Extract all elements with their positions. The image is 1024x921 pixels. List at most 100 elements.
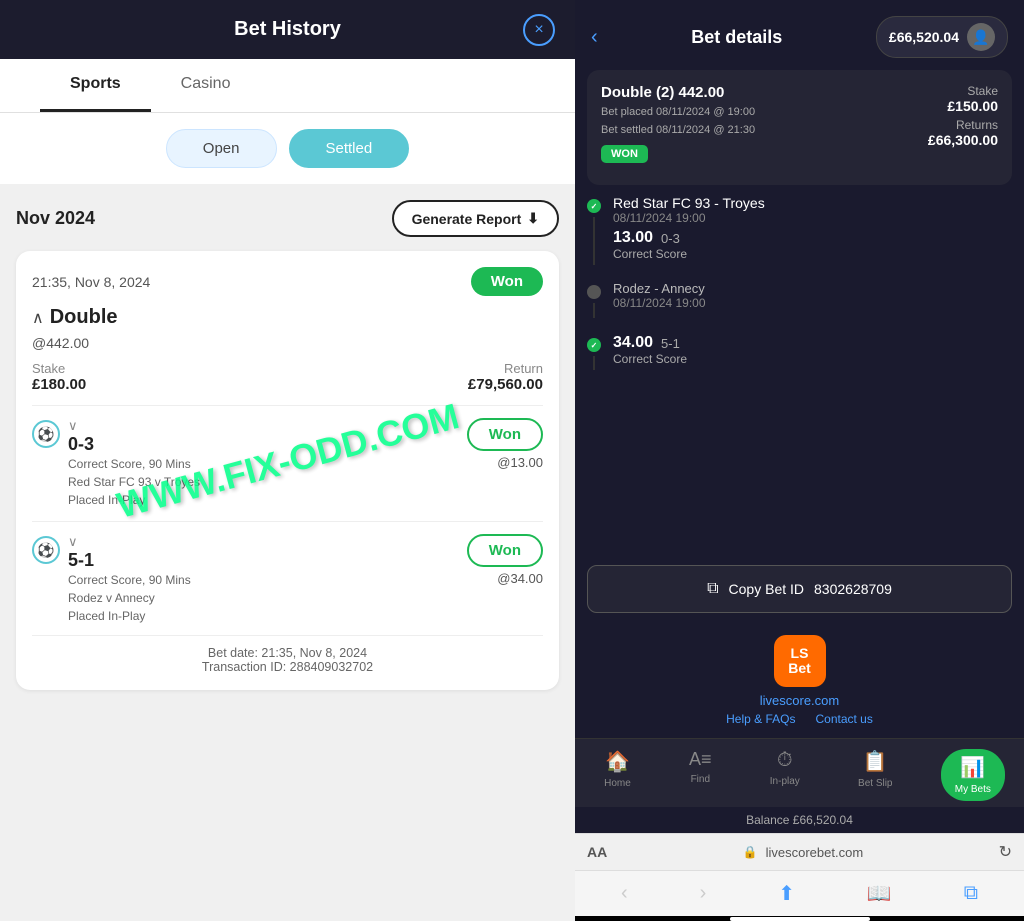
- stake-label: Stake: [32, 361, 86, 376]
- safari-tabs-button[interactable]: ⧉: [964, 882, 978, 905]
- selection-1: ⚽ ∨ 0-3 Correct Score, 90 Mins Red Star …: [32, 418, 543, 509]
- nav-betslip[interactable]: 📋 Bet Slip: [848, 749, 902, 801]
- nav-home[interactable]: 🏠 Home: [594, 749, 641, 801]
- filter-open[interactable]: Open: [166, 129, 277, 168]
- reload-button[interactable]: ↻: [999, 842, 1012, 862]
- safari-forward-button[interactable]: ›: [700, 882, 707, 905]
- close-button[interactable]: ×: [523, 14, 555, 46]
- tab-casino[interactable]: Casino: [151, 59, 261, 112]
- browser-aa[interactable]: AA: [587, 844, 607, 860]
- bd-returns-value: £66,300.00: [928, 132, 998, 148]
- selection-1-status: Won: [467, 418, 543, 451]
- stake-col: Stake £180.00: [32, 361, 86, 393]
- tl-match-1: Red Star FC 93 - Troyes: [613, 195, 1012, 211]
- bet-time: 21:35, Nov 8, 2024: [32, 274, 150, 290]
- balance-badge: £66,520.04 👤: [876, 16, 1008, 58]
- selection-2-desc: Correct Score, 90 Mins Rodez v Annecy Pl…: [68, 571, 191, 625]
- bd-settled-date: Bet settled 08/11/2024 @ 21:30: [601, 122, 928, 140]
- stake-return-row: Stake £180.00 Return £79,560.00: [32, 361, 543, 393]
- browser-url: livescorebet.com: [766, 845, 864, 860]
- tl-type-1: Correct Score: [613, 247, 1012, 261]
- right-header: ‹ Bet details £66,520.04 👤: [575, 0, 1024, 70]
- timeline-dot-mid: [587, 285, 601, 299]
- ls-site-link[interactable]: livescore.com: [760, 693, 839, 708]
- home-icon: 🏠: [605, 749, 630, 774]
- safari-back-button[interactable]: ‹: [621, 882, 628, 905]
- balance-amount: £66,520.04: [889, 29, 959, 45]
- timeline-dot-1: [587, 199, 601, 213]
- nav-find[interactable]: A≡ Find: [679, 749, 722, 801]
- chevron-up-icon: ∧: [32, 308, 44, 328]
- bet-footer: Bet date: 21:35, Nov 8, 2024 Transaction…: [32, 635, 543, 674]
- filter-settled[interactable]: Settled: [289, 129, 410, 168]
- timeline-item-1: Red Star FC 93 - Troyes 08/11/2024 19:00…: [587, 195, 1012, 265]
- nav-inplay[interactable]: ⏱ In-play: [760, 749, 810, 801]
- content-area: Nov 2024 Generate Report ⬇ 21:35, Nov 8,…: [0, 184, 575, 921]
- month-label: Nov 2024: [16, 208, 95, 229]
- bd-title: Double (2) 442.00: [601, 84, 928, 101]
- selection-2: ⚽ ∨ 5-1 Correct Score, 90 Mins Rodez v A…: [32, 534, 543, 625]
- nav-mybets-label: My Bets: [955, 784, 991, 795]
- selection-2-status: Won: [467, 534, 543, 567]
- selection-1-desc: Correct Score, 90 Mins Red Star FC 93 v …: [68, 455, 200, 509]
- chevron-down-icon-2: ∨: [68, 534, 78, 550]
- lock-icon: 🔒: [743, 845, 758, 859]
- tl-result-2: 5-1: [661, 336, 680, 351]
- selection-2-odds: @34.00: [497, 571, 543, 586]
- nav-home-label: Home: [604, 778, 631, 789]
- selection-2-score: 5-1: [68, 550, 191, 571]
- copy-bet-id: 8302628709: [814, 581, 892, 597]
- generate-report-button[interactable]: Generate Report ⬇: [392, 200, 559, 237]
- return-value: £79,560.00: [468, 376, 543, 393]
- back-button[interactable]: ‹: [591, 26, 598, 49]
- filter-row: Open Settled: [0, 113, 575, 184]
- contact-link[interactable]: Contact us: [815, 712, 872, 726]
- bet-details-card: Double (2) 442.00 Bet placed 08/11/2024 …: [587, 70, 1012, 185]
- nav-mybets[interactable]: 📊 My Bets: [941, 749, 1005, 801]
- right-panel-title: Bet details: [691, 27, 782, 48]
- tab-sports[interactable]: Sports: [40, 59, 151, 112]
- soccer-icon-2: ⚽: [32, 536, 60, 564]
- timeline-item-2: Rodez - Annecy 08/11/2024 19:00: [587, 281, 1012, 318]
- tl-result-1: 0-3: [661, 231, 680, 246]
- copy-icon: ⧉: [707, 580, 718, 598]
- tl-score-2: 34.00: [613, 334, 653, 352]
- tl-date-1: 08/11/2024 19:00: [613, 211, 1012, 225]
- right-panel: ‹ Bet details £66,520.04 👤 Double (2) 44…: [575, 0, 1024, 921]
- safari-share-button[interactable]: ⬆: [778, 881, 795, 906]
- chevron-down-icon-1: ∨: [68, 418, 78, 434]
- tl-type-2: Correct Score: [613, 352, 1012, 366]
- timeline: Red Star FC 93 - Troyes 08/11/2024 19:00…: [575, 195, 1024, 555]
- betslip-icon: 📋: [863, 749, 888, 774]
- user-avatar[interactable]: 👤: [967, 23, 995, 51]
- bet-type-label: Double: [50, 306, 118, 329]
- soccer-icon-1: ⚽: [32, 420, 60, 448]
- safari-bookmarks-button[interactable]: 📖: [867, 881, 892, 906]
- bet-top-row: 21:35, Nov 8, 2024 Won: [32, 267, 543, 296]
- return-col: Return £79,560.00: [468, 361, 543, 393]
- bd-stake-label: Stake: [928, 84, 998, 98]
- month-header: Nov 2024 Generate Report ⬇: [16, 200, 559, 237]
- browser-bar: AA 🔒 livescorebet.com ↻: [575, 833, 1024, 870]
- bd-won-tag: WON: [601, 145, 648, 163]
- copy-bet-id-button[interactable]: ⧉ Copy Bet ID 8302628709: [587, 565, 1012, 613]
- tl-score-1: 13.00: [613, 229, 653, 247]
- bet-type-row: ∧ Double: [32, 306, 543, 329]
- mybets-icon: 📊: [960, 755, 985, 780]
- safari-nav: ‹ › ⬆ 📖 ⧉: [575, 870, 1024, 916]
- selection-1-odds: @13.00: [497, 455, 543, 470]
- bd-returns-label: Returns: [928, 118, 998, 132]
- help-faq-link[interactable]: Help & FAQs: [726, 712, 795, 726]
- ls-bet-logo: LS Bet: [774, 635, 826, 687]
- bd-placed-date: Bet placed 08/11/2024 @ 19:00: [601, 104, 928, 122]
- ls-brand: LS Bet livescore.com Help & FAQs Contact…: [575, 623, 1024, 738]
- divider-1: [32, 405, 543, 406]
- inplay-icon: ⏱: [777, 749, 793, 772]
- tl-match-mid: Rodez - Annecy: [613, 281, 1012, 296]
- divider-2: [32, 521, 543, 522]
- bet-odds: @442.00: [32, 335, 543, 351]
- tl-date-mid: 08/11/2024 19:00: [613, 296, 1012, 310]
- home-indicator: [575, 916, 1024, 921]
- left-header: Bet History ×: [0, 0, 575, 59]
- bd-stake-value: £150.00: [928, 98, 998, 114]
